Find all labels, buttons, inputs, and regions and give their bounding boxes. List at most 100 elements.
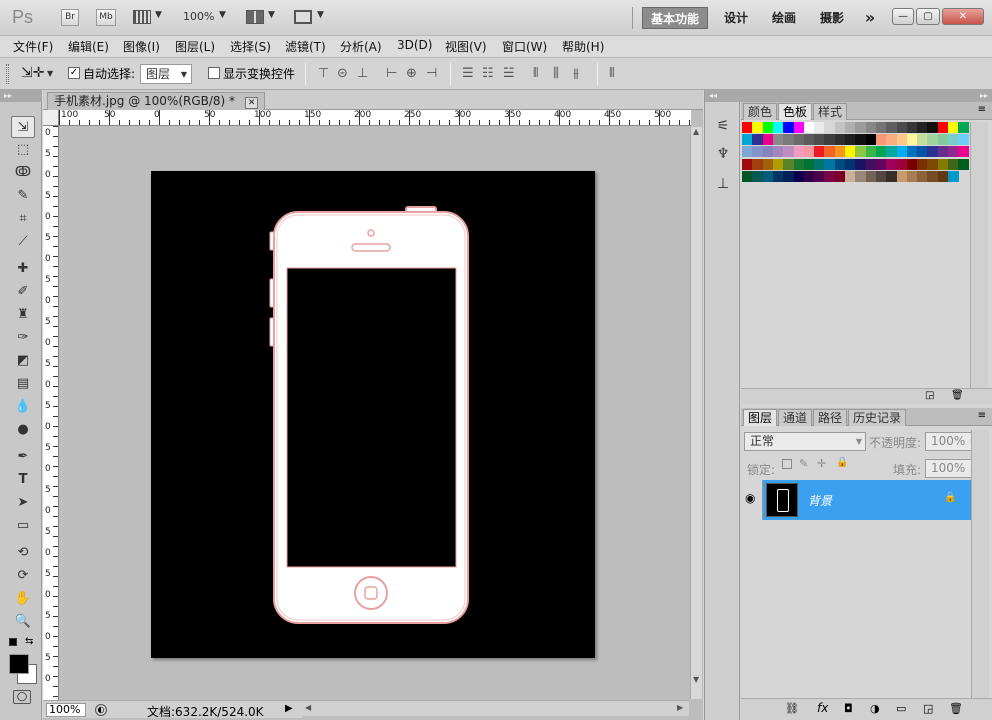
menu-edit[interactable]: 编辑(E) bbox=[68, 38, 109, 55]
menu-3d[interactable]: 3D(D) bbox=[397, 38, 432, 52]
panel-menu-icon[interactable]: ≡ bbox=[978, 104, 986, 115]
lock-all-icon[interactable]: 🔒 bbox=[836, 457, 848, 468]
auto-select-dropdown[interactable]: 图层 ▼ bbox=[140, 64, 192, 84]
history-brush-tool-icon[interactable]: ✑ bbox=[11, 327, 35, 349]
vertical-scrollbar[interactable]: ▲ ▼ bbox=[690, 127, 702, 699]
close-button[interactable]: ✕ bbox=[942, 8, 984, 25]
document-tab[interactable]: 手机素材.jpg @ 100%(RGB/8) * ✕ bbox=[47, 92, 266, 110]
distribute-top-icon[interactable]: ☰ bbox=[462, 66, 474, 81]
3d-rotate-tool-icon[interactable]: ⟲ bbox=[11, 542, 35, 564]
align-bottom-icon[interactable]: ⊥ bbox=[357, 66, 368, 81]
workspace-photography[interactable]: 摄影 bbox=[812, 7, 852, 29]
tab-layers[interactable]: 图层 bbox=[743, 409, 778, 426]
align-hcenter-icon[interactable]: ⊕ bbox=[406, 66, 417, 81]
default-colors-icon[interactable] bbox=[9, 638, 17, 646]
swatches-scrollbar[interactable] bbox=[970, 122, 988, 388]
dodge-tool-icon[interactable]: ● bbox=[11, 419, 35, 441]
mini-bridge-button[interactable]: Mb bbox=[96, 9, 116, 26]
distribute-left-icon[interactable]: ⫴ bbox=[533, 66, 538, 81]
move-tool-preset-icon[interactable]: ⇲✛ bbox=[21, 65, 44, 81]
chevron-down-icon[interactable]: ▼ bbox=[155, 10, 162, 20]
scroll-down-icon[interactable]: ▼ bbox=[693, 675, 699, 684]
eraser-tool-icon[interactable]: ◩ bbox=[11, 350, 35, 372]
maximize-button[interactable]: ▢ bbox=[916, 8, 940, 25]
menu-file[interactable]: 文件(F) bbox=[13, 38, 53, 55]
status-info-icon[interactable]: ◐ bbox=[95, 704, 107, 716]
marquee-tool-icon[interactable]: ⬚ bbox=[11, 139, 35, 161]
view-extras-icon[interactable] bbox=[133, 10, 151, 24]
layers-scrollbar[interactable] bbox=[971, 430, 989, 700]
align-left-icon[interactable]: ⊢ bbox=[386, 66, 397, 81]
distribute-right-icon[interactable]: ⫵ bbox=[573, 66, 579, 81]
collapse-toolbox-icon[interactable]: ▸▸ bbox=[0, 90, 42, 102]
align-top-icon[interactable]: ⊤ bbox=[318, 66, 329, 81]
foreground-color-swatch[interactable] bbox=[9, 654, 29, 674]
layer-visibility-cell[interactable]: ◉ bbox=[741, 480, 763, 520]
distribute-hcenter-icon[interactable]: ⫼ bbox=[553, 66, 559, 81]
delete-layer-icon[interactable]: 🗑 bbox=[949, 702, 963, 715]
auto-select-checkbox[interactable]: ✓ bbox=[68, 67, 80, 79]
workspace-design[interactable]: 设计 bbox=[716, 7, 756, 29]
distribute-bottom-icon[interactable]: ☱ bbox=[503, 66, 515, 81]
arrange-documents-icon[interactable] bbox=[246, 10, 264, 24]
new-swatch-icon[interactable]: ◲ bbox=[925, 390, 934, 401]
zoom-level[interactable]: 100% bbox=[183, 10, 214, 23]
pen-tool-icon[interactable]: ✒ bbox=[11, 446, 35, 468]
spot-healing-tool-icon[interactable]: ✚ bbox=[11, 258, 35, 280]
path-selection-tool-icon[interactable]: ➤ bbox=[11, 492, 35, 514]
brush-presets-icon[interactable]: ⚟ bbox=[713, 118, 733, 138]
blend-mode-select[interactable]: 正常 ▼ bbox=[744, 432, 866, 451]
close-tab-icon[interactable]: ✕ bbox=[244, 97, 259, 109]
delete-swatch-icon[interactable]: 🗑 bbox=[951, 390, 964, 401]
tab-styles[interactable]: 样式 bbox=[813, 103, 848, 120]
quick-select-tool-icon[interactable]: ✎ bbox=[11, 185, 35, 207]
rectangle-tool-icon[interactable]: ▭ bbox=[11, 515, 35, 537]
menu-help[interactable]: 帮助(H) bbox=[562, 38, 604, 55]
layer-style-icon[interactable]: fx bbox=[817, 701, 828, 715]
gradient-tool-icon[interactable]: ▤ bbox=[11, 373, 35, 395]
menu-filter[interactable]: 滤镜(T) bbox=[285, 38, 326, 55]
minimize-button[interactable]: — bbox=[892, 8, 914, 25]
chevron-down-icon[interactable]: ▼ bbox=[317, 10, 324, 20]
lock-transparency-icon[interactable] bbox=[782, 459, 792, 469]
menu-layer[interactable]: 图层(L) bbox=[175, 38, 215, 55]
type-tool-icon[interactable]: T bbox=[11, 469, 35, 491]
add-mask-icon[interactable]: ◘ bbox=[844, 702, 853, 715]
menu-view[interactable]: 视图(V) bbox=[445, 38, 487, 55]
workspace-overflow-icon[interactable]: » bbox=[858, 7, 882, 29]
horizontal-scrollbar[interactable]: ◀ ▶ bbox=[303, 700, 689, 716]
ruler-origin[interactable] bbox=[43, 110, 59, 126]
lasso-tool-icon[interactable]: ↂ bbox=[11, 162, 35, 184]
scroll-left-icon[interactable]: ◀ bbox=[305, 703, 311, 712]
scroll-up-icon[interactable]: ▲ bbox=[693, 127, 699, 136]
quick-mask-icon[interactable]: ◯ bbox=[13, 690, 31, 704]
eyedropper-tool-icon[interactable]: ⟋ bbox=[11, 231, 35, 253]
brush-panel-icon[interactable]: ♆ bbox=[713, 146, 733, 166]
color-swatch[interactable] bbox=[958, 134, 970, 146]
brush-tool-icon[interactable]: ✐ bbox=[11, 281, 35, 303]
panel-menu-icon[interactable]: ≡ bbox=[978, 410, 986, 421]
new-group-icon[interactable]: ▭ bbox=[896, 702, 906, 715]
tab-history[interactable]: 历史记录 bbox=[848, 409, 907, 426]
crop-tool-icon[interactable]: ⌗ bbox=[11, 208, 35, 230]
distribute-vcenter-icon[interactable]: ☷ bbox=[482, 66, 494, 81]
layer-row-background[interactable]: ◉ 背景 🔒 bbox=[741, 480, 971, 520]
adjustment-layer-icon[interactable]: ◑ bbox=[870, 702, 880, 715]
tab-color[interactable]: 颜色 bbox=[743, 103, 778, 120]
align-vcenter-icon[interactable]: ⊝ bbox=[337, 66, 348, 81]
document-canvas[interactable] bbox=[151, 171, 595, 658]
auto-align-layers-icon[interactable]: ⦀ bbox=[609, 66, 615, 81]
hand-tool-icon[interactable]: ✋ bbox=[11, 588, 35, 610]
lock-pixels-icon[interactable]: ✎ bbox=[799, 457, 808, 470]
tab-paths[interactable]: 路径 bbox=[813, 409, 848, 426]
collapse-panels-icon[interactable]: ▸▸ bbox=[980, 90, 988, 102]
workspace-painting[interactable]: 绘画 bbox=[764, 7, 804, 29]
new-layer-icon[interactable]: ◲ bbox=[923, 702, 933, 715]
canvas-pasteboard[interactable] bbox=[60, 127, 690, 699]
color-swatch[interactable] bbox=[948, 170, 959, 182]
menu-window[interactable]: 窗口(W) bbox=[502, 38, 547, 55]
chevron-down-icon[interactable]: ▼ bbox=[47, 69, 53, 78]
bridge-button[interactable]: Br bbox=[61, 9, 79, 26]
blur-tool-icon[interactable]: 💧 bbox=[11, 396, 35, 418]
tab-channels[interactable]: 通道 bbox=[778, 409, 813, 426]
